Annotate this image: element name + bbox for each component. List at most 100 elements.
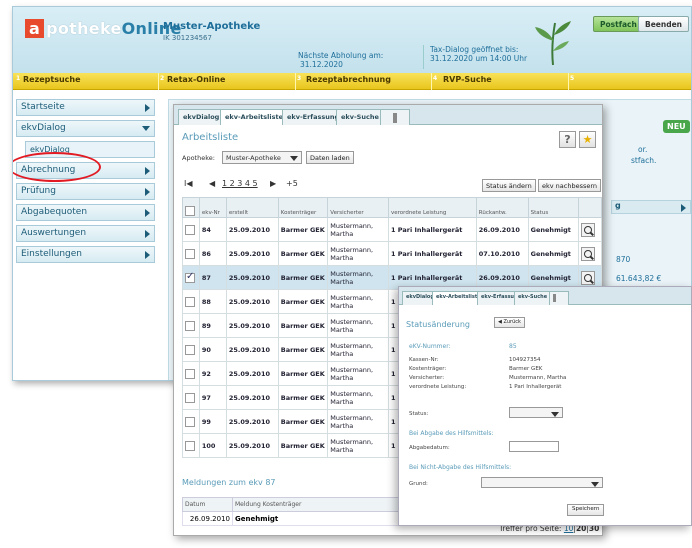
page-title: Arbeitsliste [182, 132, 239, 143]
info-tab[interactable] [380, 109, 410, 125]
row-checkbox[interactable] [182, 289, 200, 314]
magnifier-icon[interactable] [581, 222, 596, 237]
col-header[interactable]: verordnete Leistung [388, 197, 477, 218]
nav-retax[interactable]: Retax-Online [167, 75, 225, 84]
checkbox[interactable] [185, 392, 195, 403]
service: 1 Pari Inhallergerät [388, 217, 477, 242]
reply-date: 26.09.2010 [475, 217, 529, 242]
row-checkbox[interactable] [182, 409, 200, 434]
right-panel-bar[interactable]: g [611, 200, 691, 214]
back-button[interactable]: ◀ Zurück [494, 317, 525, 328]
checkbox[interactable] [185, 416, 195, 427]
delivery-date-input[interactable] [509, 441, 559, 452]
pager-plus5[interactable]: +5 [286, 179, 298, 188]
row-checkbox[interactable] [182, 361, 200, 386]
checkbox[interactable] [185, 224, 195, 235]
checkbox[interactable] [185, 368, 195, 379]
ekv-nr: 92 [198, 361, 227, 386]
insurer: Barmer GEK [277, 337, 329, 362]
save-button[interactable]: Speichern [567, 504, 605, 516]
col-header[interactable]: Status [527, 197, 580, 218]
ekv-number-value: 85 [509, 343, 517, 350]
chevron-right-icon [145, 230, 150, 238]
col-header[interactable]: erstellt [225, 197, 279, 218]
row-checkbox[interactable] [182, 265, 200, 290]
nav-num: 1 [16, 75, 21, 82]
chevron-down-icon [290, 156, 298, 161]
magnifier-icon[interactable] [581, 246, 596, 261]
tab-ekv-suche[interactable]: ekv-Suche [514, 291, 552, 305]
tab-ekv-suche[interactable]: ekv-Suche [336, 109, 384, 125]
postfach-button[interactable]: Postfach [593, 16, 644, 32]
created-date: 25.09.2010 [225, 313, 279, 338]
row-checkbox[interactable] [182, 385, 200, 410]
pager-prev[interactable]: ◀ [209, 179, 215, 188]
ekv-improve-button[interactable]: ekv nachbessern [538, 179, 602, 192]
ekv-nr: 84 [198, 217, 227, 242]
checkbox[interactable] [185, 248, 195, 259]
status-change-button[interactable]: Status ändern [482, 179, 536, 192]
nav-rezeptabrechnung[interactable]: Rezeptabrechnung [306, 75, 391, 84]
pager-pages[interactable]: 1 2 3 4 5 [222, 179, 258, 188]
table-row[interactable]: 86 25.09.2010 Barmer GEK Mustermann, Martha… [182, 241, 602, 266]
tab-ekv-arbeitsliste[interactable]: ekv-Arbeitsliste [220, 109, 289, 125]
row-checkbox[interactable] [182, 217, 200, 242]
pager-next[interactable]: ▶ [270, 179, 276, 188]
nav-rezeptsuche[interactable]: Rezeptsuche [23, 75, 81, 84]
checkbox[interactable] [185, 344, 195, 355]
checkbox[interactable] [185, 296, 195, 307]
apotheke-select[interactable]: Muster-Apotheke [222, 151, 302, 164]
row-checkbox[interactable] [182, 337, 200, 362]
star-icon[interactable]: ★ [579, 131, 596, 148]
nav-num: 4 [433, 75, 438, 82]
insured: Mustermann, Martha [327, 433, 390, 458]
nav-rvp-suche[interactable]: RVP-Suche [443, 75, 492, 84]
created-date: 25.09.2010 [225, 217, 279, 242]
tab-ekvdialog[interactable]: ekvDialog [178, 109, 225, 125]
col-header[interactable]: Rückantw. [475, 197, 529, 218]
messages-title: Meldungen zum ekv 87 [182, 478, 276, 487]
ekv-nr: 86 [198, 241, 227, 266]
magnifier-icon[interactable] [581, 270, 596, 285]
tab-ekv-erfassung[interactable]: ekv-Erfassung [282, 109, 345, 125]
sidebar-item-einstellungen[interactable]: Einstellungen [16, 246, 155, 263]
section-delivery: Bei Abgabe des Hilfsmittels: [409, 430, 494, 437]
sidebar-item-pruefung[interactable]: Prüfung [16, 183, 155, 200]
checkbox[interactable] [185, 206, 195, 216]
table-row[interactable]: 84 25.09.2010 Barmer GEK Mustermann, Martha… [182, 217, 602, 242]
col-header[interactable]: Versicherter [327, 197, 390, 218]
row-checkbox[interactable] [182, 313, 200, 338]
detail-label: Versicherter: [409, 375, 445, 381]
pager-first[interactable]: I◀ [184, 179, 193, 188]
insured: Mustermann, Martha [327, 409, 390, 434]
sidebar-item-startseite[interactable]: Startseite [16, 99, 155, 116]
header-checkbox[interactable] [182, 197, 200, 218]
checkbox[interactable] [185, 320, 195, 331]
load-data-button[interactable]: Daten laden [306, 151, 354, 164]
sidebar-item-ekvdialog[interactable]: ekvDialog [16, 120, 155, 137]
checkbox[interactable] [185, 271, 195, 283]
plant-logo-icon [535, 21, 571, 65]
checkbox[interactable] [185, 440, 195, 451]
insured: Mustermann, Martha [327, 241, 390, 266]
insured: Mustermann, Martha [327, 289, 390, 314]
nav-num: 2 [160, 75, 165, 82]
beenden-button[interactable]: Beenden [638, 16, 690, 32]
status-select[interactable] [509, 407, 563, 418]
col-header[interactable]: Kostenträger [277, 197, 329, 218]
sidebar-item-abgabequoten[interactable]: Abgabequoten [16, 204, 155, 221]
nav-num: 5 [570, 75, 575, 82]
insurer: Barmer GEK [277, 385, 329, 410]
sidebar-item-auswertungen[interactable]: Auswertungen [16, 225, 155, 242]
right-text-1: or. [638, 145, 648, 154]
col-header[interactable]: ekv-Nr [198, 197, 227, 218]
detail-value: 104927354 [509, 357, 541, 363]
help-icon[interactable]: ? [559, 131, 576, 148]
detail-value: Mustermann, Martha [509, 375, 567, 381]
chevron-right-icon [145, 104, 150, 112]
row-checkbox[interactable] [182, 433, 200, 458]
reason-select[interactable] [481, 477, 603, 488]
row-checkbox[interactable] [182, 241, 200, 266]
col-header: Datum [182, 497, 233, 512]
info-tab[interactable] [549, 291, 569, 305]
